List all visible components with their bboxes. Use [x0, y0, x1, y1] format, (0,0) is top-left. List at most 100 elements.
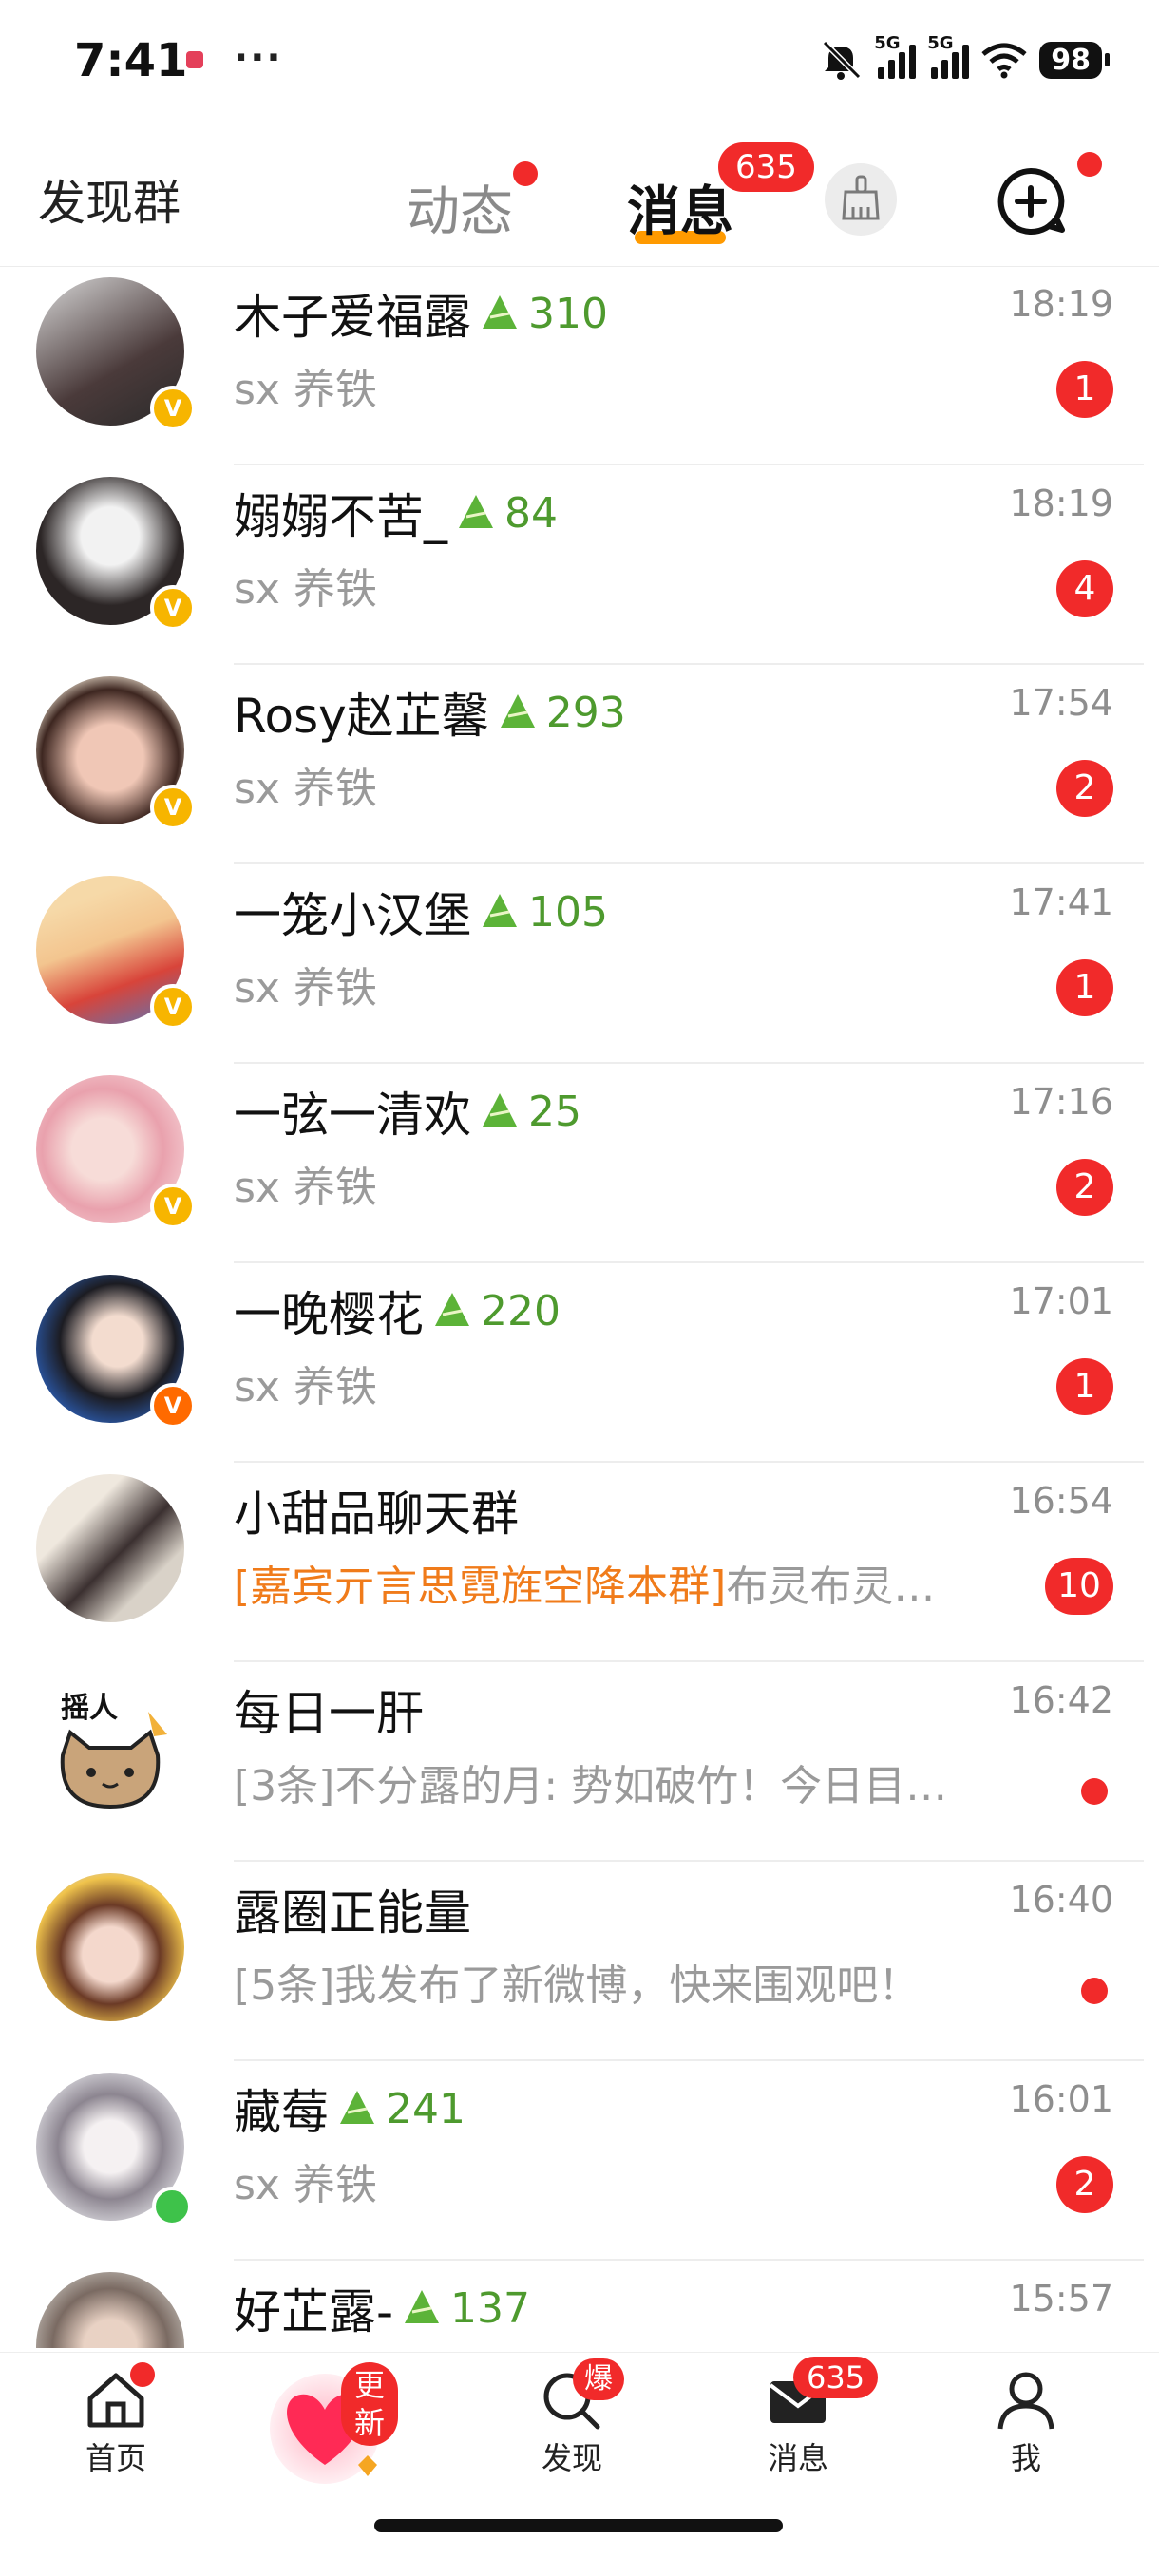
conversation-row[interactable]: 露圈正能量 [5条]我发布了新微博，快来围观吧！ 16:40 [0, 1864, 1159, 2061]
unread-count-badge: 1 [1056, 361, 1113, 418]
tab-dynamic-dot [513, 161, 538, 186]
row-divider [234, 1860, 1144, 1862]
conversation-name: 每日一肝 [234, 1676, 424, 1744]
avatar[interactable] [36, 1873, 184, 2021]
wifi-icon [981, 43, 1027, 79]
nav-me-label: 我 [1010, 2440, 1041, 2476]
conversation-name: 嫋嫋不苦_ 84 [234, 479, 558, 547]
message-time: 17:16 [1009, 1081, 1113, 1123]
tab-dynamic-label: 动态 [407, 181, 513, 243]
conversation-row[interactable]: V 嫋嫋不苦_ 84 sx 养铁 18:19 4 [0, 467, 1159, 665]
nav-messages-label: 消息 [767, 2440, 828, 2476]
message-time: 15:57 [1009, 2278, 1113, 2320]
nav-home[interactable]: 首页 [40, 2362, 192, 2478]
network-type-2: 5G [927, 33, 954, 53]
group-avatar[interactable] [36, 1474, 184, 1622]
conversation-row[interactable]: 好芷露- 137 15:57 [0, 2263, 1159, 2348]
fan-score: 220 [481, 1286, 560, 1335]
message-time: 17:54 [1009, 682, 1113, 724]
tab-dynamic[interactable]: 动态 [407, 169, 513, 246]
row-divider [234, 464, 1144, 465]
contact-name: 藏莓 [234, 2085, 329, 2140]
conversation-name: 小甜品聊天群 [234, 1476, 519, 1544]
group-name: 小甜品聊天群 [234, 1487, 519, 1542]
conversation-row[interactable]: V 木子爱福露 310 sx 养铁 18:19 1 [0, 268, 1159, 465]
zongzi-icon [500, 694, 535, 728]
nav-feature[interactable]: 更新 [249, 2353, 401, 2495]
verified-icon: V [150, 1383, 196, 1429]
row-divider [234, 862, 1144, 864]
nav-discover[interactable]: 爆 发现 [496, 2358, 648, 2478]
unread-dot [1081, 1978, 1108, 2004]
clear-unread-button[interactable] [825, 163, 897, 236]
message-time: 18:19 [1009, 283, 1113, 325]
unread-count-badge: 1 [1056, 1358, 1113, 1415]
unread-count-badge: 2 [1056, 1159, 1113, 1216]
avatar[interactable]: 摇人 [36, 1674, 184, 1822]
conversation-list[interactable]: V 木子爱福露 310 sx 养铁 18:19 1 V 嫋嫋不苦_ 84 sx … [0, 268, 1159, 2348]
broom-icon [842, 175, 880, 220]
message-time: 17:01 [1009, 1280, 1113, 1322]
group-name: 每日一肝 [234, 1686, 424, 1741]
fan-score: 25 [528, 1087, 581, 1136]
row-divider [234, 2259, 1144, 2261]
chat-plus-icon [998, 167, 1065, 235]
home-indicator[interactable] [374, 2519, 783, 2532]
conversation-name: 木子爱福露 310 [234, 279, 608, 348]
fan-score: 310 [528, 289, 608, 338]
message-time: 16:01 [1009, 2078, 1113, 2120]
unread-count-badge: 2 [1056, 2156, 1113, 2213]
conversation-row[interactable]: 小甜品聊天群 [嘉宾亓言思霓旌空降本群]布灵布灵… 16:54 10 [0, 1465, 1159, 1662]
contact-name: 嫋嫋不苦_ [234, 489, 447, 544]
conversation-name: 藏莓 241 [234, 2074, 466, 2143]
nav-home-label: 首页 [85, 2440, 146, 2476]
fan-score: 105 [528, 887, 608, 937]
message-time: 18:19 [1009, 483, 1113, 524]
update-badge: 更新 [341, 2362, 399, 2446]
tab-messages[interactable]: 消息 [627, 169, 733, 246]
svg-text:摇人: 摇人 [61, 1692, 118, 1725]
unread-count-badge: 10 [1045, 1558, 1113, 1615]
zongzi-icon [459, 495, 493, 528]
conversation-name: Rosy赵芷馨 293 [234, 678, 626, 747]
row-divider [234, 1660, 1144, 1662]
verified-icon: V [150, 585, 196, 631]
row-divider [234, 1062, 1144, 1064]
nav-messages[interactable]: 635 消息 [722, 2357, 879, 2478]
group-name: 露圈正能量 [234, 1885, 471, 1941]
unread-dot [1081, 1778, 1108, 1805]
unread-count-badge: 1 [1056, 959, 1113, 1016]
conversation-row[interactable]: V 一晚樱花 220 sx 养铁 17:01 1 [0, 1265, 1159, 1463]
message-preview: [3条]不分露的月: 势如破竹！今日目… [234, 1762, 948, 1810]
conversation-row[interactable]: 摇人 每日一肝 [3条]不分露的月: 势如破竹！今日目… 16:42 [0, 1664, 1159, 1862]
discover-groups-link[interactable]: 发现群 [38, 165, 180, 234]
preview-text: 布灵布灵… [726, 1563, 936, 1611]
conversation-row[interactable]: V Rosy赵芷馨 293 sx 养铁 17:54 2 [0, 667, 1159, 864]
verified-icon: V [150, 386, 196, 431]
nav-me[interactable]: 我 [950, 2366, 1102, 2478]
conversation-row[interactable]: V 一弦一清欢 25 sx 养铁 17:16 2 [0, 1066, 1159, 1263]
conversation-row[interactable]: V 一笼小汉堡 105 sx 养铁 17:41 1 [0, 866, 1159, 1064]
verified-icon: V [150, 1184, 196, 1229]
new-chat-dot [1077, 152, 1102, 177]
message-preview: sx 养铁 [234, 2161, 377, 2209]
conversation-row[interactable]: 藏莓 241 sx 养铁 16:01 2 [0, 2063, 1159, 2261]
fan-score: 241 [386, 2084, 466, 2133]
message-time: 16:40 [1009, 1879, 1113, 1921]
contact-name: 好芷露- [234, 2284, 394, 2339]
contact-name: 一弦一清欢 [234, 1088, 471, 1143]
message-preview: sx 养铁 [234, 366, 377, 414]
new-chat-button[interactable] [988, 160, 1074, 245]
conversation-name: 露圈正能量 [234, 1875, 471, 1943]
zongzi-icon [483, 1093, 517, 1127]
avatar[interactable] [36, 2272, 184, 2348]
verified-icon: V [150, 785, 196, 830]
message-preview: [嘉宾亓言思霓旌空降本群]布灵布灵… [234, 1552, 935, 1613]
messages-badge: 635 [793, 2357, 879, 2398]
message-preview: sx 养铁 [234, 1363, 377, 1411]
zongzi-icon [435, 1293, 469, 1326]
contact-name: Rosy赵芷馨 [234, 689, 489, 744]
message-time: 16:54 [1009, 1480, 1113, 1522]
zongzi-icon [483, 295, 517, 329]
status-time: 7:41 [74, 34, 188, 87]
